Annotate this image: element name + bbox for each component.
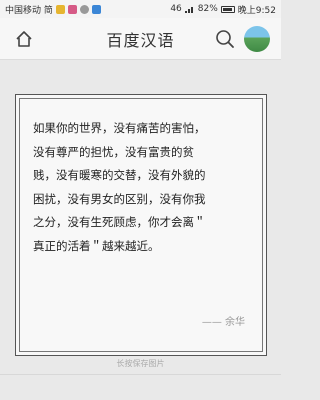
quote-line: 真正的活着＂越来越近。 xyxy=(33,238,160,253)
quote-text: 如果你的世界，没有痛苦的害怕， 没有尊严的担忧，没有富贵的贫 贱，没有暖寒的交替… xyxy=(33,117,251,259)
search-icon[interactable] xyxy=(215,29,235,49)
battery-percent: 82% xyxy=(197,4,218,14)
quote-line: 贱，没有暖寒的交替，没有外貌的 xyxy=(33,168,206,183)
notification-app-icon xyxy=(91,4,101,14)
signal-icon xyxy=(184,7,193,13)
quote-card[interactable]: 如果你的世界，没有痛苦的害怕， 没有尊严的担忧，没有富贵的贫 贱，没有暖寒的交替… xyxy=(15,94,267,356)
network-label: 46 xyxy=(170,4,182,14)
save-hint: 长按保存图片 xyxy=(116,359,165,368)
quote-author: —— 余华 xyxy=(201,317,245,328)
page-title: 百度汉语 xyxy=(106,30,175,50)
status-left: 中国移动 简 xyxy=(5,3,170,16)
notification-app-icon xyxy=(79,4,89,14)
battery-icon xyxy=(220,5,235,13)
quote-line: 如果你的世界，没有痛苦的害怕， xyxy=(33,121,206,135)
status-bar: 中国移动 简 46 82% 晚上9:52 xyxy=(0,0,281,18)
quote-line: 没有尊严的担忧，没有富贵的贫 xyxy=(33,144,194,159)
home-icon[interactable] xyxy=(14,29,34,49)
notification-app-icon xyxy=(55,4,65,14)
notification-app-icon xyxy=(67,4,77,14)
quote-line: 之分，没有生死顾虑，你才会离＂ xyxy=(33,215,206,230)
title-bar: 百度汉语 xyxy=(0,18,281,60)
status-right: 46 82% 晚上9:52 xyxy=(170,3,276,16)
carrier-label: 中国移动 简 xyxy=(5,5,53,16)
quote-line: 困扰，没有男女的区别，没有你我 xyxy=(33,191,206,206)
divider xyxy=(0,374,281,375)
avatar[interactable] xyxy=(244,26,270,52)
clock: 晚上9:52 xyxy=(237,5,276,16)
